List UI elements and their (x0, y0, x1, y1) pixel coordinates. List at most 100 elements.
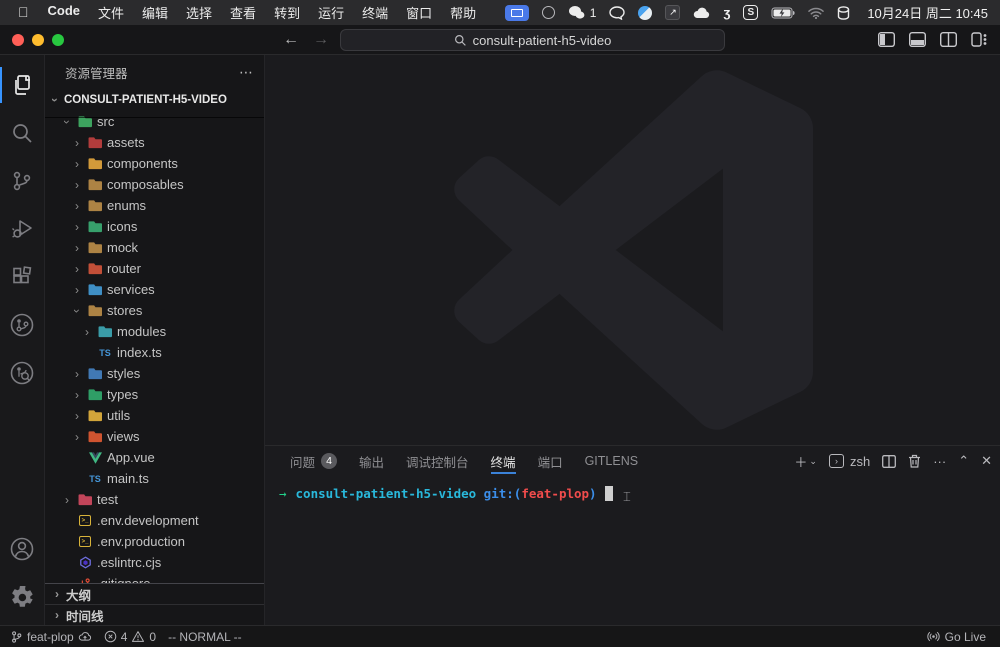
customize-layout-icon[interactable] (971, 32, 988, 47)
menu-7[interactable]: 终端 (353, 3, 397, 22)
tree-folder-views[interactable]: › views (45, 426, 264, 447)
panel-tab-调试控制台[interactable]: 调试控制台 (395, 446, 480, 476)
panel-more-actions-icon[interactable]: ··· (933, 454, 946, 469)
gitlens-icon[interactable] (0, 301, 45, 349)
tree-file-env-development[interactable]: >_ .env.development (45, 510, 264, 531)
cloud-icon[interactable] (693, 5, 710, 21)
menu-5[interactable]: 转到 (265, 3, 309, 22)
warning-count: 0 (149, 629, 157, 644)
circle-status-icon[interactable] (541, 6, 555, 19)
terminal-instance[interactable]: › zsh (828, 454, 870, 469)
outline-section[interactable]: › 大纲 (45, 583, 264, 604)
tree-folder-services[interactable]: › services (45, 279, 264, 300)
tree-folder-modules[interactable]: › modules (45, 321, 264, 342)
wechat-icon[interactable] (568, 5, 585, 21)
ziz-app-icon[interactable]: ʒ (723, 5, 730, 21)
close-window-button[interactable] (12, 33, 24, 46)
minimize-window-button[interactable] (32, 33, 44, 46)
go-forward-button[interactable]: → (313, 31, 329, 49)
chat-bubble-icon[interactable] (609, 5, 626, 21)
terminal-content[interactable]: → consult-patient-h5-video git:(feat-plop… (265, 476, 1000, 625)
tree-folder-composables[interactable]: › composables (45, 174, 264, 195)
editor-area[interactable] (265, 55, 1000, 445)
screenshot-app-icon[interactable]: ↗ (665, 5, 681, 20)
prompt-git-suffix: ) (589, 486, 597, 501)
close-panel-icon[interactable]: ✕ (981, 453, 992, 469)
panel-tab-GITLENS[interactable]: GITLENS (574, 446, 650, 476)
kill-terminal-icon[interactable] (908, 454, 921, 468)
panel-tab-问题[interactable]: 问题 4 (279, 446, 348, 476)
git-branch-status[interactable]: feat-plop (10, 630, 92, 644)
tree-file-gitignore[interactable]: .gitignore (45, 573, 264, 583)
zoom-window-button[interactable] (52, 33, 64, 46)
chevron-right-icon: › (75, 177, 79, 192)
go-live-button[interactable]: Go Live (927, 630, 986, 644)
run-debug-icon[interactable] (0, 205, 45, 253)
chevron-right-icon: › (85, 324, 89, 339)
menu-2[interactable]: 编辑 (133, 3, 177, 22)
vscode-logo-watermark (453, 70, 813, 430)
menu-1[interactable]: 文件 (89, 3, 133, 22)
explorer-icon[interactable] (0, 61, 45, 109)
project-root-header[interactable]: › CONSULT-PATIENT-H5-VIDEO (45, 89, 264, 111)
gitlens-inspect-icon[interactable] (0, 349, 45, 397)
tree-item-label: icons (107, 219, 138, 234)
apple-menu-icon[interactable]:  (18, 4, 29, 20)
problems-status[interactable]: 4 0 (104, 630, 156, 644)
settings-gear-icon[interactable] (0, 573, 45, 621)
battery-icon[interactable] (771, 5, 795, 21)
split-terminal-icon[interactable] (882, 454, 897, 468)
menu-3[interactable]: 选择 (177, 3, 221, 22)
wifi-icon[interactable] (808, 5, 825, 21)
tree-folder-stores[interactable]: › stores (45, 300, 264, 321)
accounts-icon[interactable] (0, 525, 45, 573)
warning-icon (132, 631, 145, 642)
screen-sharing-icon[interactable] (504, 4, 529, 21)
menu-6[interactable]: 运行 (309, 3, 353, 22)
source-control-icon[interactable] (0, 157, 45, 205)
folder-icon (87, 261, 103, 277)
panel-tab-输出[interactable]: 输出 (348, 446, 395, 476)
toggle-panel-icon[interactable] (909, 32, 926, 47)
tree-folder-types[interactable]: › types (45, 384, 264, 405)
new-terminal-button[interactable]: ＋ ⌄ (794, 452, 817, 471)
tree-folder-utils[interactable]: › utils (45, 405, 264, 426)
explorer-sidebar: 资源管理器 ⋯ › CONSULT-PATIENT-H5-VIDEO › src ›… (45, 55, 265, 625)
toggle-secondary-sidebar-icon[interactable] (940, 32, 957, 47)
browser-icon[interactable] (638, 5, 653, 20)
menubar-datetime[interactable]: 10月24日 周二 10:45 (867, 3, 988, 22)
tree-folder-test[interactable]: › test (45, 489, 264, 510)
tree-file-env-production[interactable]: >_ .env.production (45, 531, 264, 552)
tree-folder-mock[interactable]: › mock (45, 237, 264, 258)
s-app-icon[interactable]: S (743, 5, 759, 20)
vim-mode-indicator[interactable]: -- NORMAL -- (168, 630, 242, 644)
tree-folder-components[interactable]: › components (45, 153, 264, 174)
tree-folder-icons[interactable]: › icons (45, 216, 264, 237)
panel-tab-端口[interactable]: 端口 (527, 446, 574, 476)
go-back-button[interactable]: ← (283, 31, 299, 49)
search-icon[interactable] (0, 109, 45, 157)
menu-8[interactable]: 窗口 (397, 3, 441, 22)
maximize-panel-icon[interactable]: ⌃ (958, 453, 969, 469)
extensions-icon[interactable] (0, 253, 45, 301)
command-center-search[interactable]: consult-patient-h5-video (340, 29, 725, 51)
tree-file-index-ts[interactable]: TS index.ts (45, 342, 264, 363)
toggle-sidebar-icon[interactable] (878, 32, 895, 47)
panel-tab-终端[interactable]: 终端 (480, 446, 527, 476)
tree-file-eslintrc-cjs[interactable]: .eslintrc.cjs (45, 552, 264, 573)
tree-file-App-vue[interactable]: App.vue (45, 447, 264, 468)
tree-folder-router[interactable]: › router (45, 258, 264, 279)
tree-folder-assets[interactable]: › assets (45, 132, 264, 153)
menu-app[interactable]: Code (39, 3, 90, 22)
tree-item-label: styles (107, 366, 141, 381)
tree-folder-styles[interactable]: › styles (45, 363, 264, 384)
menu-4[interactable]: 查看 (221, 3, 265, 22)
tree-item-label: assets (107, 135, 145, 150)
sidebar-more-actions-icon[interactable]: ⋯ (239, 64, 254, 81)
timeline-section[interactable]: › 时间线 (45, 604, 264, 625)
menu-9[interactable]: 帮助 (441, 3, 485, 22)
stats-app-icon[interactable] (837, 5, 850, 21)
tree-folder-src[interactable]: › src (45, 111, 264, 132)
tree-folder-enums[interactable]: › enums (45, 195, 264, 216)
tree-file-main-ts[interactable]: TS main.ts (45, 468, 264, 489)
